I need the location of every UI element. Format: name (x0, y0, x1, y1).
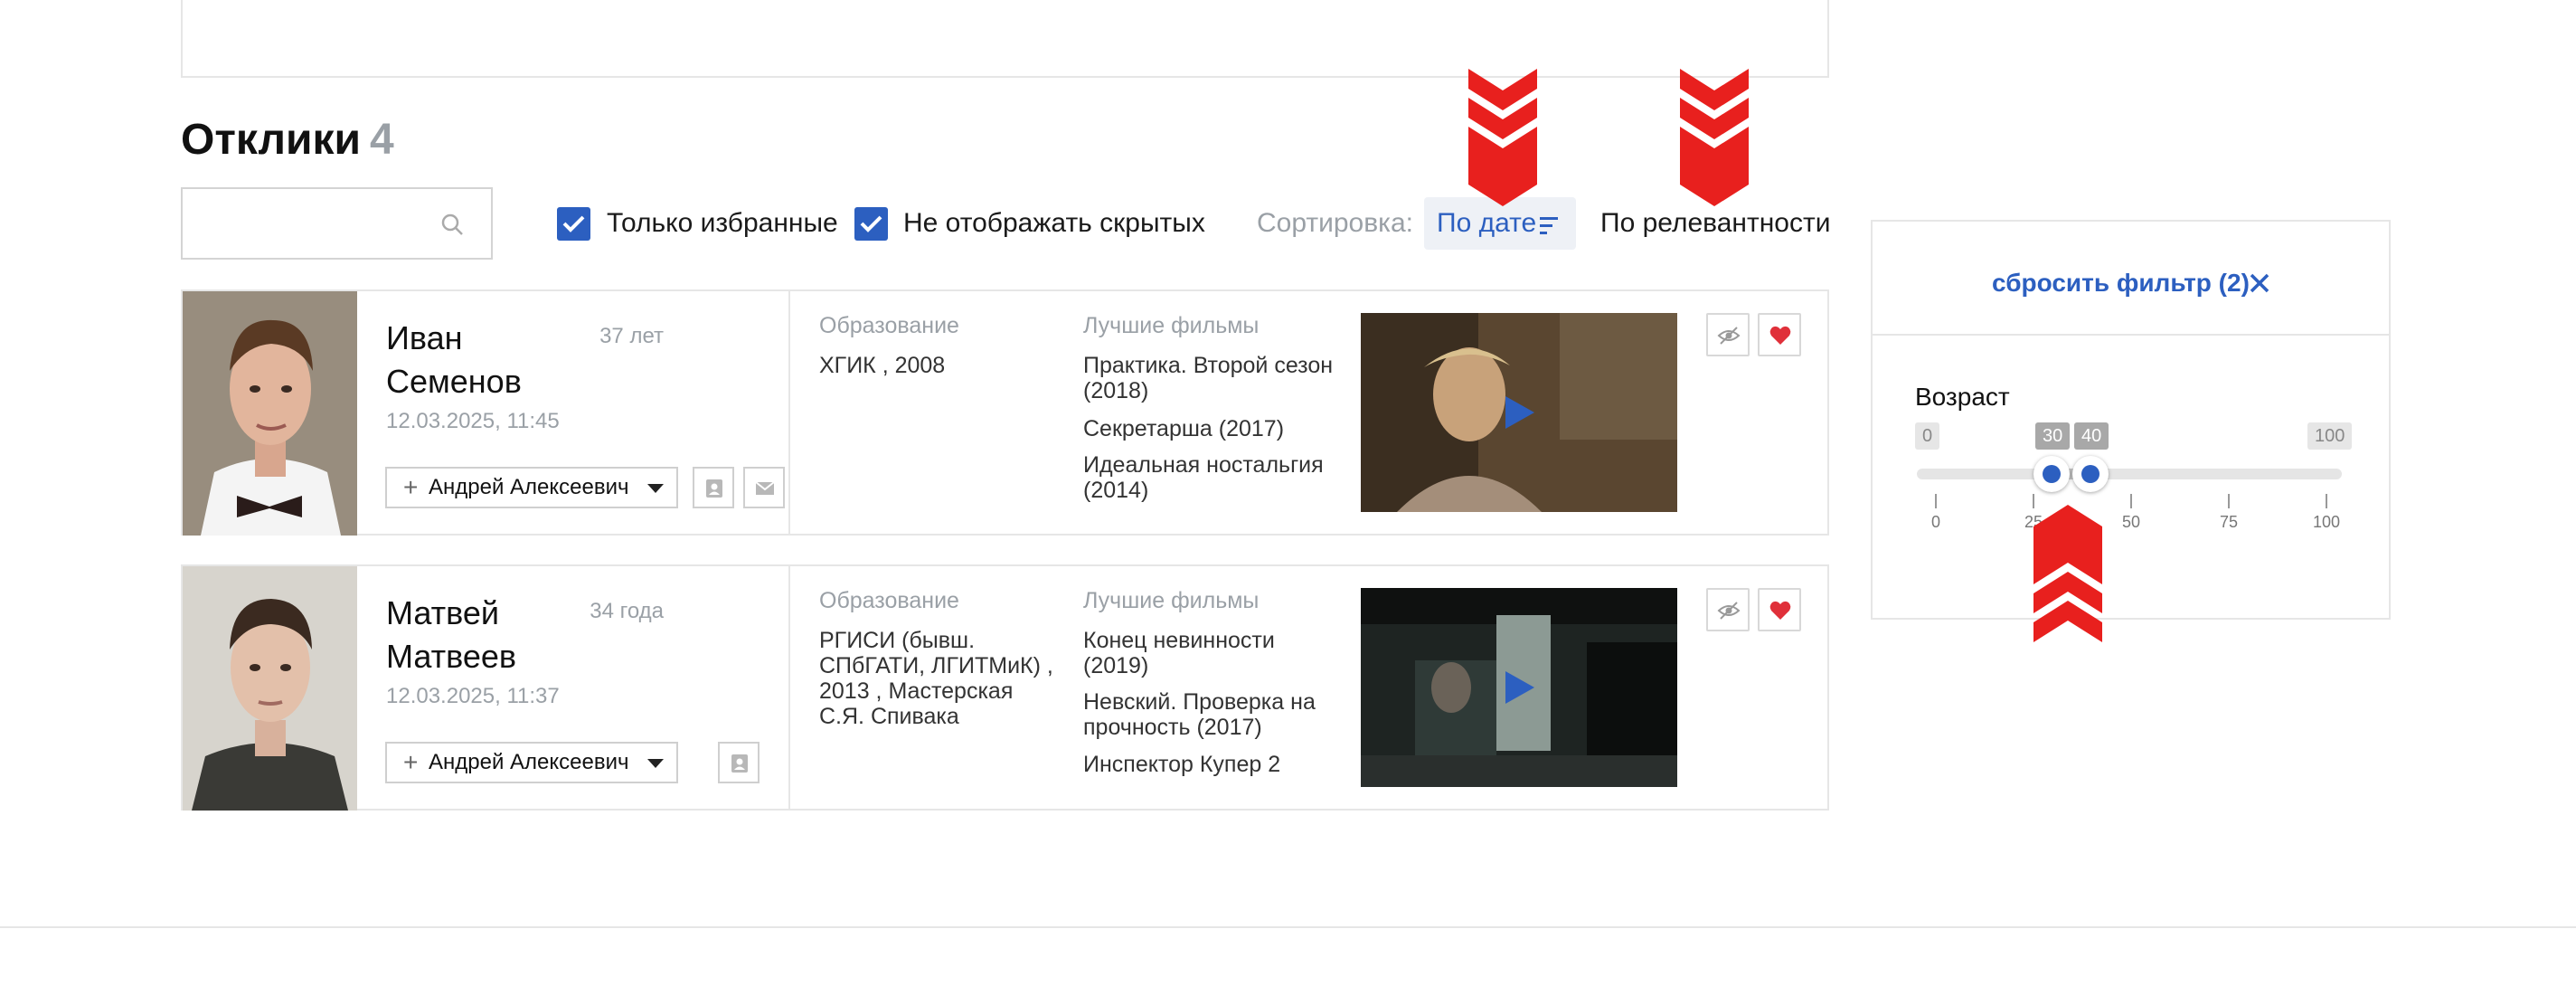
film-item: Инспектор Купер 2 (1083, 752, 1281, 777)
contact-card-button[interactable] (718, 742, 760, 783)
candidate-name[interactable]: Иван Семенов (386, 317, 522, 403)
hide-hidden-label[interactable]: Не отображать скрытых (903, 208, 1205, 239)
slider-tick (2130, 494, 2132, 508)
film-item: Идеальная ностальгия (2014) (1083, 452, 1324, 503)
search-icon[interactable] (440, 213, 464, 236)
top-panel (181, 0, 1829, 78)
films-title: Лучшие фильмы (1083, 588, 1260, 613)
slider-tick (2326, 494, 2327, 508)
chevron-down-icon (647, 484, 664, 493)
showreel-video[interactable] (1361, 588, 1677, 787)
films-title: Лучшие фильмы (1083, 313, 1260, 338)
age-filter-title: Возраст (1915, 383, 2010, 411)
film-item: Конец невинности (2019) (1083, 628, 1275, 678)
play-icon[interactable] (1505, 671, 1534, 704)
selected-to-tag: 40 (2074, 422, 2109, 450)
candidate-age: 37 лет (599, 324, 664, 348)
assignee-dropdown[interactable]: + Андрей Алексеевич (385, 467, 678, 508)
favorites-only-checkbox[interactable] (557, 207, 590, 241)
candidate-name[interactable]: Матвей Матвеев (386, 592, 516, 678)
contact-card-icon (731, 754, 748, 773)
education-title: Образование (819, 313, 959, 338)
page-title-text: Отклики (181, 116, 361, 164)
assignee-name: Андрей Алексеевич (429, 475, 629, 499)
plus-icon: + (403, 473, 419, 501)
page-bottom-divider (0, 926, 2576, 928)
showreel-video[interactable] (1361, 313, 1677, 512)
message-button[interactable] (743, 467, 785, 508)
plus-icon: + (403, 748, 419, 776)
hide-hidden-checkbox[interactable] (854, 207, 888, 241)
slider-tick-label: 0 (1930, 513, 1940, 531)
last-name: Семенов (386, 363, 522, 400)
slider-tick (2228, 494, 2230, 508)
education-value: РГИСИ (бывш. СПбГАТИ, ЛГИТМиК) , 2013 , … (819, 628, 1053, 729)
down-chevron-marker-icon (1680, 69, 1749, 206)
slider-tick (1935, 494, 1937, 508)
sort-label: Сортировка: (1257, 208, 1413, 238)
heart-icon (1769, 601, 1791, 620)
chevron-down-icon (647, 759, 664, 768)
contact-card-button[interactable] (693, 467, 734, 508)
range-min-tag: 0 (1915, 422, 1940, 450)
eye-hidden-icon (1717, 602, 1741, 620)
sort-by-relevance-button[interactable]: По релевантности (1600, 208, 1831, 239)
card-divider (788, 291, 790, 534)
slider-tick-label: 75 (2219, 513, 2239, 531)
contact-card-icon (706, 479, 722, 498)
selected-from-tag: 30 (2035, 422, 2071, 450)
hide-button[interactable] (1706, 313, 1750, 356)
filter-divider (1873, 334, 2389, 336)
avatar-photo[interactable] (183, 566, 357, 811)
sort-icon[interactable] (1540, 217, 1560, 235)
response-date: 12.03.2025, 11:45 (386, 409, 560, 433)
up-chevron-marker-icon (2033, 505, 2102, 642)
slider-tick-label: 50 (2121, 513, 2141, 531)
checkmark-icon (860, 215, 882, 232)
favorite-button[interactable] (1758, 313, 1801, 356)
response-card[interactable]: Матвей Матвеев 34 года 12.03.2025, 11:37… (181, 564, 1829, 811)
slider-tick-label: 100 (2312, 513, 2341, 531)
close-icon[interactable] (2248, 271, 2271, 295)
play-icon[interactable] (1505, 396, 1534, 429)
favorites-only-label[interactable]: Только избранные (607, 208, 838, 239)
mail-icon (755, 481, 775, 495)
assignee-name: Андрей Алексеевич (429, 750, 629, 774)
film-item: Невский. Проверка на прочность (2017) (1083, 689, 1316, 740)
age-slider-handle-from[interactable] (2033, 456, 2070, 492)
reset-filter-button[interactable]: сбросить фильтр (2) (1992, 269, 2250, 298)
down-chevron-marker-icon (1468, 69, 1537, 206)
film-item: Практика. Второй сезон (2018) (1083, 353, 1334, 403)
education-value: ХГИК , 2008 (819, 353, 946, 378)
range-max-tag: 100 (2307, 422, 2353, 450)
first-name: Иван (386, 319, 463, 356)
hide-button[interactable] (1706, 588, 1750, 631)
response-date: 12.03.2025, 11:37 (386, 684, 560, 708)
last-name: Матвеев (386, 638, 516, 675)
favorite-button[interactable] (1758, 588, 1801, 631)
first-name: Матвей (386, 594, 499, 631)
avatar-photo[interactable] (183, 291, 357, 536)
search-input[interactable] (183, 189, 436, 258)
film-item: Секретарша (2017) (1083, 416, 1285, 441)
candidate-age: 34 года (590, 599, 664, 623)
search-field[interactable] (181, 187, 493, 260)
card-divider (788, 566, 790, 809)
heart-icon (1769, 326, 1791, 345)
eye-hidden-icon (1717, 327, 1741, 345)
education-title: Образование (819, 588, 959, 613)
age-slider-handle-to[interactable] (2072, 456, 2109, 492)
sort-by-date-label[interactable]: По дате (1437, 208, 1536, 239)
age-slider-track[interactable] (1917, 469, 2342, 479)
assignee-dropdown[interactable]: + Андрей Алексеевич (385, 742, 678, 783)
checkmark-icon (562, 215, 585, 232)
responses-count: 4 (369, 116, 394, 164)
page-title: Отклики 4 (181, 115, 394, 165)
response-card[interactable]: Иван Семенов 37 лет 12.03.2025, 11:45 + … (181, 289, 1829, 536)
